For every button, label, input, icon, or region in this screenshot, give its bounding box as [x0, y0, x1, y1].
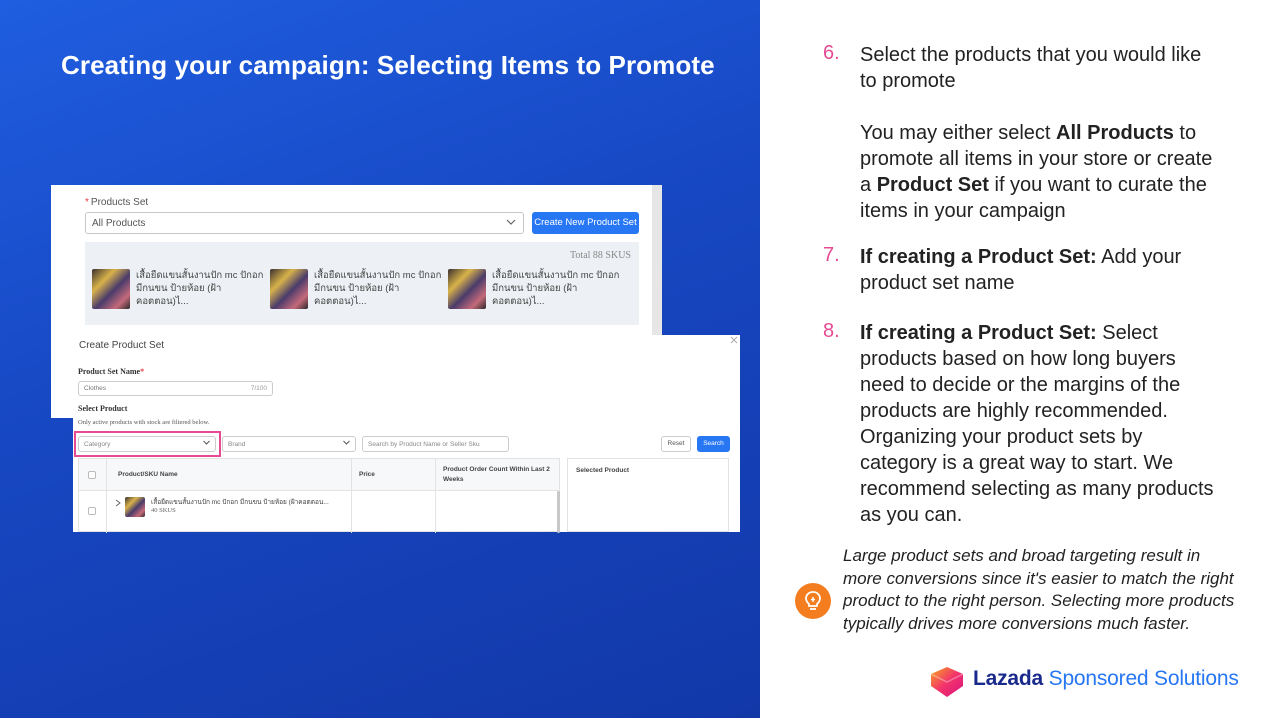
char-count: 7/100: [250, 385, 267, 392]
step-number: 6.: [823, 42, 840, 64]
filter-note: Only active products with stock are filt…: [78, 419, 210, 426]
scrollbar[interactable]: [652, 185, 662, 335]
column-header-price: Price: [359, 471, 375, 478]
products-set-selected-value: All Products: [92, 218, 146, 229]
step-number: 8.: [823, 320, 840, 342]
product-name: เสื้อยืดแขนสั้นงานปัก mc ปักอก มีกนขน ป้…: [492, 270, 620, 307]
step-text: If creating a Product Set: Select produc…: [860, 322, 1214, 526]
product-table: Product/SKU Name Price Product Order Cou…: [78, 458, 560, 533]
column-header-name: Product/SKU Name: [118, 471, 178, 478]
product-card[interactable]: เสื้อยืดแขนสั้นงานปัก mc ปักอก มีกนขน ป้…: [448, 267, 619, 311]
product-set-name-input[interactable]: Clothes 7/100: [78, 381, 273, 396]
product-thumbnail: [270, 269, 308, 309]
slide-title: Creating your campaign: Selecting Items …: [61, 50, 715, 80]
brand-placeholder: Brand: [228, 441, 246, 448]
chevron-right-icon[interactable]: [115, 499, 121, 509]
category-highlight: [74, 431, 221, 457]
search-button[interactable]: Search: [697, 436, 730, 452]
selected-product-header: Selected Product: [576, 467, 630, 474]
product-thumbnail: [448, 269, 486, 309]
dialog-title: Create Product Set: [79, 340, 165, 351]
tip-text: Large product sets and broad targeting r…: [843, 546, 1235, 633]
reset-button[interactable]: Reset: [661, 436, 691, 452]
products-set-label: * Products Set: [85, 197, 149, 208]
row-checkbox[interactable]: [88, 507, 96, 515]
product-name: เสื้อยืดแขนสั้นงานปัก mc ปักอก มีกนขน ป้…: [314, 270, 442, 307]
column-header-order-count: Product Order Count Within Last 2 Weeks: [443, 466, 550, 483]
brand-name: Lazada Sponsored Solutions: [973, 667, 1239, 690]
lazada-heart-icon: [930, 667, 964, 697]
product-thumbnail: [92, 269, 130, 309]
column-divider: [351, 459, 352, 533]
create-product-set-screenshot: Create Product Set Product Set Name* Clo…: [73, 335, 740, 533]
select-all-checkbox[interactable]: [88, 471, 96, 479]
step-text: If creating a Product Set: Add your prod…: [860, 246, 1182, 294]
lightbulb-icon: [795, 583, 831, 619]
product-card[interactable]: เสื้อยืดแขนสั้นงานปัก mc ปักอก มีกนขน ป้…: [270, 267, 441, 311]
total-skus: Total 88 SKUS: [570, 250, 631, 261]
step-text: Select the products that you would like …: [860, 44, 1213, 222]
name-input-value: Clothes: [84, 385, 107, 392]
step-number: 7.: [823, 244, 840, 266]
product-name: เสื้อยืดแขนสั้นงานปัก mc ปักอก มีกนขน ป้…: [136, 270, 264, 307]
selected-product-panel: Selected Product: [567, 458, 729, 532]
product-thumbnail: [125, 497, 145, 517]
close-icon[interactable]: [730, 336, 738, 347]
brand-select[interactable]: Brand: [222, 436, 356, 452]
table-row-product-name: เสื้อยืดแขนสั้นงานปัก mc ปักอก มีกนขน ป้…: [151, 499, 329, 506]
products-set-dropdown[interactable]: All Products: [85, 212, 524, 234]
table-header: Product/SKU Name Price Product Order Cou…: [79, 459, 559, 491]
create-new-product-set-button[interactable]: Create New Product Set: [532, 212, 639, 234]
product-search-input[interactable]: Search by Product Name or Seller Sku: [362, 436, 509, 452]
table-row-skus: 40 SKUS: [151, 507, 176, 514]
product-card[interactable]: เสื้อยืดแขนสั้นงานปัก mc ปักอก มีกนขน ป้…: [92, 267, 263, 311]
search-placeholder: Search by Product Name or Seller Sku: [368, 441, 480, 448]
products-preview-box: Total 88 SKUS เสื้อยืดแขนสั้นงานปัก mc ป…: [85, 242, 639, 325]
column-divider: [106, 459, 107, 533]
chevron-down-icon: [342, 438, 351, 449]
select-product-label: Select Product: [78, 404, 128, 413]
column-divider: [435, 459, 436, 533]
table-scrollbar[interactable]: [557, 491, 560, 533]
chevron-down-icon: [505, 216, 517, 231]
product-set-name-label: Product Set Name*: [78, 367, 145, 376]
left-panel: Creating your campaign: Selecting Items …: [0, 0, 760, 718]
